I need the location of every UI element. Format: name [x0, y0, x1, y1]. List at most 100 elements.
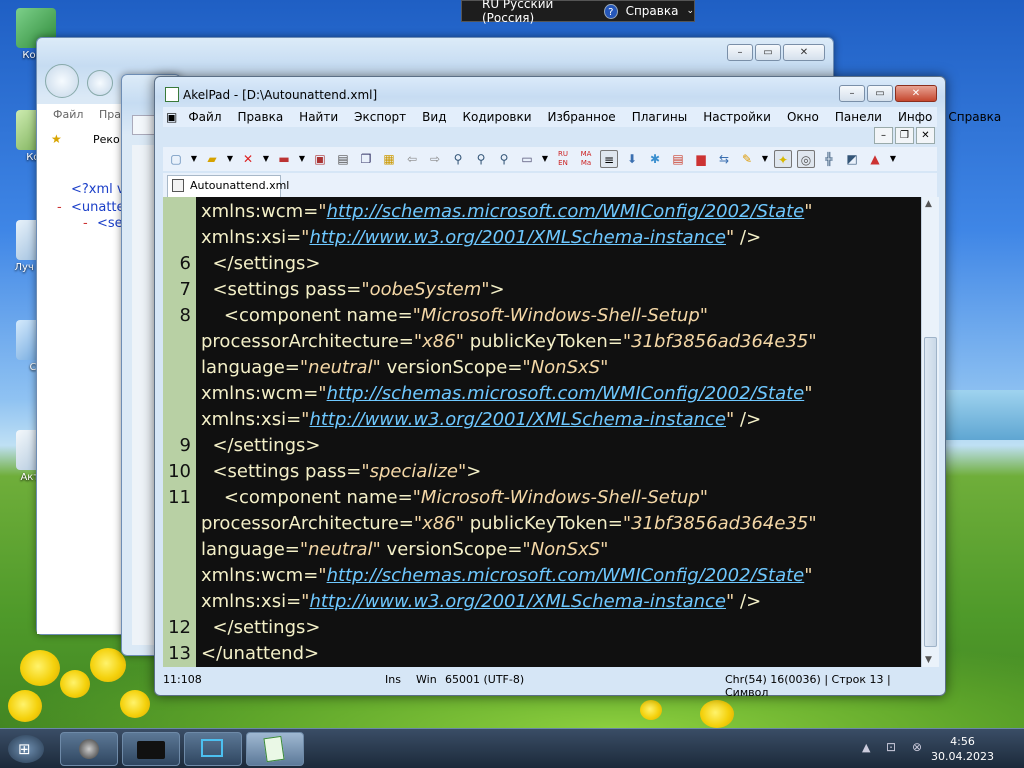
- menu-item-plugins[interactable]: Плагины: [624, 107, 695, 127]
- minimize-button[interactable]: –: [727, 44, 753, 61]
- status-newline[interactable]: Win: [416, 673, 437, 686]
- status-encoding[interactable]: 65001 (UTF-8): [445, 673, 524, 686]
- menu-item-view[interactable]: Вид: [414, 107, 454, 127]
- target-icon[interactable]: ◎: [797, 150, 815, 168]
- menu-item-find[interactable]: Найти: [291, 107, 346, 127]
- mdi-restore-button[interactable]: ❐: [895, 127, 914, 144]
- start-button[interactable]: ⊞: [8, 735, 44, 763]
- menu-item-info[interactable]: Инфо: [890, 107, 940, 127]
- minimize-button[interactable]: –: [839, 85, 865, 102]
- chevron-down-icon[interactable]: ▼: [889, 150, 897, 168]
- chevron-down-icon[interactable]: ▼: [298, 150, 306, 168]
- close-file-icon[interactable]: ✕: [239, 150, 257, 168]
- menu-item-file[interactable]: Файл: [180, 107, 229, 127]
- taskbar-app-computer[interactable]: [184, 732, 242, 766]
- chevron-down-icon[interactable]: ▼: [226, 150, 234, 168]
- menu-item-settings[interactable]: Настройки: [695, 107, 779, 127]
- menu-item-window[interactable]: Окно: [779, 107, 827, 127]
- mdi-minimize-button[interactable]: –: [874, 127, 893, 144]
- view-icon[interactable]: ▭: [518, 150, 536, 168]
- network-icon[interactable]: ⊡: [886, 740, 896, 754]
- code-token: ": [804, 201, 813, 222]
- ru-en-icon[interactable]: RU EN: [554, 150, 572, 168]
- code-token: xmlns:xsi=: [201, 227, 302, 248]
- code-link[interactable]: http://www.w3.org/2001/XMLSchema-instanc…: [309, 591, 726, 612]
- menu-item-encodings[interactable]: Кодировки: [455, 107, 540, 127]
- notepad-icon[interactable]: ▣: [163, 107, 180, 127]
- bulb-icon[interactable]: ✦: [774, 150, 792, 168]
- paste-icon[interactable]: ▦: [380, 150, 398, 168]
- help-icon[interactable]: ?: [603, 3, 618, 19]
- tray-arrow-icon[interactable]: ▲: [862, 741, 870, 754]
- akelpad-window[interactable]: AkelPad - [D:\Autounattend.xml] – ▭ ✕ ▣ Фа…: [154, 76, 1001, 699]
- taskbar-app-media[interactable]: [60, 732, 118, 766]
- volume-muted-icon[interactable]: ⊗: [912, 740, 922, 754]
- search-icon[interactable]: ⚲: [449, 150, 467, 168]
- redo-icon[interactable]: ⇨: [426, 150, 444, 168]
- menu-item-edit[interactable]: Правка: [230, 107, 292, 127]
- new-file-icon[interactable]: ▢: [167, 150, 185, 168]
- chevron-down-icon[interactable]: ▼: [190, 150, 198, 168]
- maximize-button[interactable]: ▭: [755, 44, 781, 61]
- wordwrap-icon[interactable]: ≡: [600, 150, 618, 168]
- menu-item-favorites[interactable]: Избранное: [540, 107, 624, 127]
- brush-icon[interactable]: ✎: [738, 150, 756, 168]
- chevron-down-icon[interactable]: ▼: [761, 150, 769, 168]
- download-icon[interactable]: ⬇: [623, 150, 641, 168]
- window-title: AkelPad - [D:\Autounattend.xml]: [183, 88, 378, 102]
- save-icon[interactable]: ▬: [275, 150, 293, 168]
- close-button[interactable]: ✕: [895, 85, 937, 102]
- language-bar[interactable]: RU Русский (Россия) ? Справка ⌄: [461, 0, 695, 25]
- chevron-down-icon[interactable]: ⌄: [686, 6, 694, 16]
- tools-icon[interactable]: ✱: [646, 150, 664, 168]
- code-editor[interactable]: 6 7 8 9 10 11 12 13 xmlns:wcm="http://schemas.m…: [163, 197, 921, 667]
- resize-icon[interactable]: ◩: [843, 150, 861, 168]
- flower-decor: [120, 690, 150, 718]
- format-icon[interactable]: ▤: [669, 150, 687, 168]
- forward-arrow-icon[interactable]: [87, 70, 113, 96]
- scroll-down-icon[interactable]: ▼: [925, 655, 932, 665]
- scroll-thumb[interactable]: [924, 337, 937, 647]
- color-icon[interactable]: ▲: [866, 150, 884, 168]
- case-icon[interactable]: MA Ma: [577, 150, 595, 168]
- undo-icon[interactable]: ⇦: [403, 150, 421, 168]
- chevron-down-icon[interactable]: ▼: [262, 150, 270, 168]
- vertical-scrollbar[interactable]: ▲ ▼: [921, 197, 939, 667]
- status-insert-mode[interactable]: Ins: [385, 673, 401, 686]
- tab-autounattend[interactable]: Autounattend.xml: [167, 175, 289, 197]
- swap-icon[interactable]: ⇆: [715, 150, 733, 168]
- maximize-button[interactable]: ▭: [867, 85, 893, 102]
- code-link[interactable]: http://schemas.microsoft.com/WMIConfig/2…: [327, 201, 805, 222]
- copy-icon[interactable]: ❐: [357, 150, 375, 168]
- scroll-up-icon[interactable]: ▲: [925, 199, 932, 209]
- code-link[interactable]: http://www.w3.org/2001/XMLSchema-instanc…: [309, 409, 726, 430]
- star-icon[interactable]: ★: [51, 132, 62, 146]
- back-menu-file[interactable]: Файл: [53, 108, 83, 121]
- code-token: xmlns:wcm=: [201, 201, 319, 222]
- back-menu-edit[interactable]: Пра: [99, 108, 121, 121]
- markers-icon[interactable]: ╬: [820, 150, 838, 168]
- language-label[interactable]: RU Русский (Россия): [482, 0, 596, 25]
- briefcase-icon[interactable]: ▆: [692, 150, 710, 168]
- mdi-close-button[interactable]: ✕: [916, 127, 935, 144]
- close-button[interactable]: ✕: [783, 44, 825, 61]
- code-token: processorArchitecture=: [201, 331, 414, 352]
- menu-item-export[interactable]: Экспорт: [346, 107, 414, 127]
- find-next-icon[interactable]: ⚲: [472, 150, 490, 168]
- code-link[interactable]: http://www.w3.org/2001/XMLSchema-instanc…: [309, 227, 726, 248]
- print-icon[interactable]: ▤: [334, 150, 352, 168]
- menu-item-panels[interactable]: Панели: [827, 107, 890, 127]
- taskbar-app-akelpad[interactable]: [246, 732, 304, 766]
- code-link[interactable]: http://schemas.microsoft.com/WMIConfig/2…: [327, 383, 805, 404]
- replace-icon[interactable]: ⚲: [495, 150, 513, 168]
- chevron-down-icon[interactable]: ▼: [541, 150, 549, 168]
- back-arrow-icon[interactable]: [45, 64, 79, 98]
- menu-item-help[interactable]: Справка: [940, 107, 1009, 127]
- help-label[interactable]: Справка: [626, 4, 679, 18]
- system-clock[interactable]: 4:56 30.04.2023: [931, 734, 994, 764]
- page-setup-icon[interactable]: ▣: [311, 150, 329, 168]
- taskbar-app-explorer[interactable]: [122, 732, 180, 766]
- code-link[interactable]: http://schemas.microsoft.com/WMIConfig/2…: [327, 565, 805, 586]
- back-favorite-label[interactable]: Реко: [93, 133, 120, 146]
- open-folder-icon[interactable]: ▰: [203, 150, 221, 168]
